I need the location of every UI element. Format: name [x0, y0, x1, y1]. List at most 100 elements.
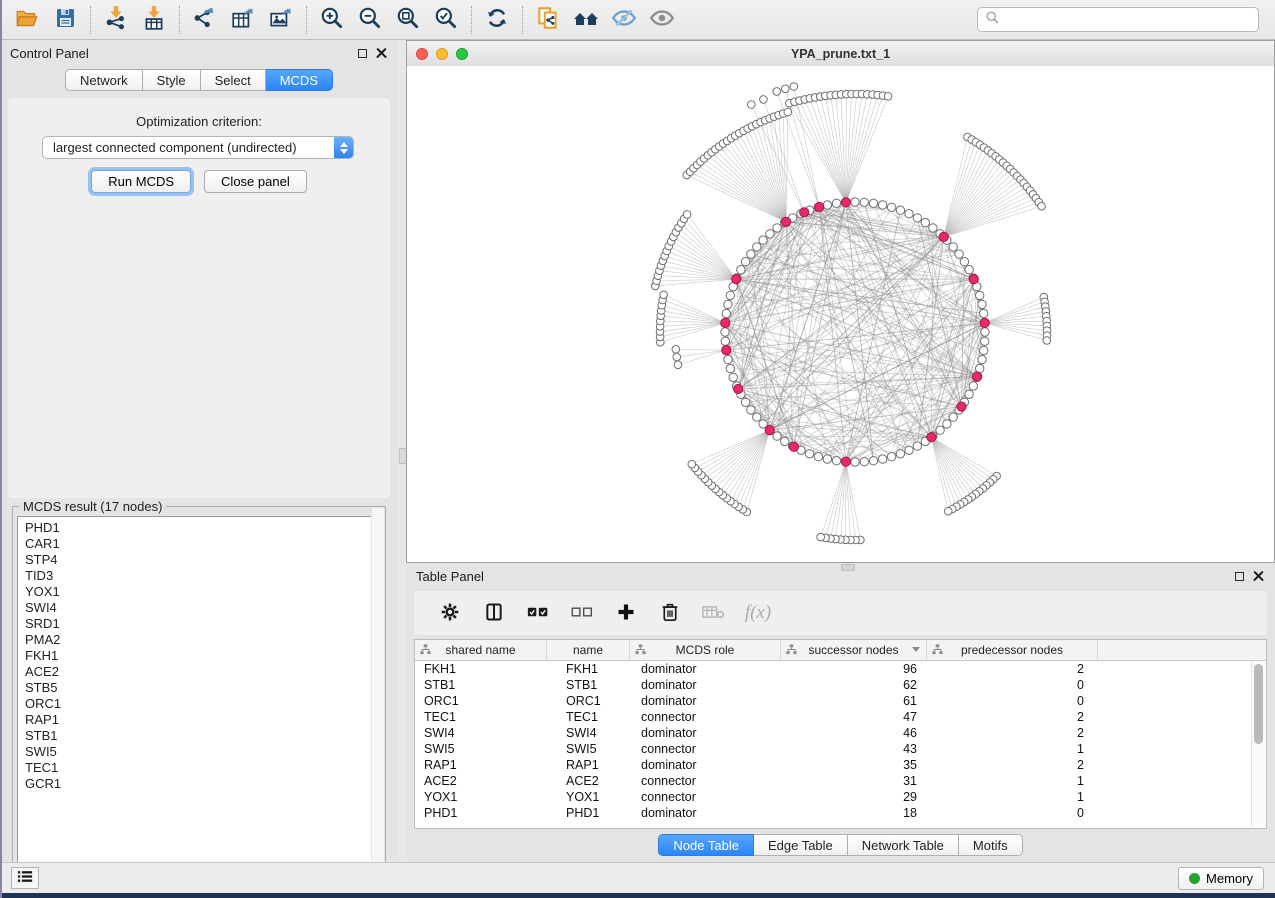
- table-cell: 1: [927, 774, 1098, 788]
- export-image-button[interactable]: [262, 4, 300, 36]
- float-table-panel-button[interactable]: [1235, 572, 1244, 581]
- zoom-in-button[interactable]: [313, 4, 351, 36]
- home-button[interactable]: [567, 4, 605, 36]
- network-canvas[interactable]: [407, 66, 1274, 562]
- add-column-button[interactable]: [614, 601, 638, 625]
- home-icon: [572, 5, 600, 34]
- mcds-result-item[interactable]: SWI4: [25, 600, 380, 616]
- column-header[interactable]: successor nodes: [781, 640, 927, 660]
- mcds-result-item[interactable]: PHD1: [25, 520, 380, 536]
- table-row[interactable]: SWI5SWI5connector431: [415, 741, 1266, 757]
- mcds-result-item[interactable]: FKH1: [25, 648, 380, 664]
- tab-network[interactable]: Network: [65, 69, 143, 91]
- function-builder-button[interactable]: f(x): [746, 601, 770, 625]
- zoom-out-icon: [357, 5, 383, 34]
- table-row[interactable]: STB1STB1dominator620: [415, 677, 1266, 693]
- column-header[interactable]: shared name: [415, 640, 547, 660]
- table-row[interactable]: SWI4SWI4dominator462: [415, 725, 1266, 741]
- table-cell: STB1: [547, 678, 630, 692]
- float-panel-button[interactable]: [358, 49, 367, 58]
- mcds-result-item[interactable]: TID3: [25, 568, 380, 584]
- table-panel: Table Panel f(x) shared: [406, 563, 1275, 862]
- export-network-button[interactable]: [186, 4, 224, 36]
- column-header[interactable]: name: [547, 640, 630, 660]
- mcds-result-item[interactable]: TEC1: [25, 760, 380, 776]
- mcds-result-item[interactable]: SWI5: [25, 744, 380, 760]
- table-row[interactable]: TEC1TEC1connector472: [415, 709, 1266, 725]
- criterion-dropdown[interactable]: largest connected component (undirected): [42, 136, 354, 159]
- eye-slash-icon: [611, 5, 637, 34]
- tab-node-table[interactable]: Node Table: [658, 834, 754, 856]
- tab-edge-table[interactable]: Edge Table: [754, 834, 848, 856]
- table-cell: 18: [781, 806, 927, 820]
- close-table-panel-button[interactable]: [1253, 570, 1265, 582]
- mcds-result-item[interactable]: RAP1: [25, 712, 380, 728]
- table-row[interactable]: FKH1FKH1dominator962: [415, 661, 1266, 677]
- search-field[interactable]: [977, 7, 1259, 32]
- table-settings-button[interactable]: [438, 601, 462, 625]
- network-window-titlebar[interactable]: YPA_prune.txt_1: [407, 41, 1274, 67]
- mcds-result-list[interactable]: PHD1CAR1STP4TID3YOX1SWI4SRD1PMA2FKH1ACE2…: [17, 516, 381, 875]
- column-view-button[interactable]: [482, 601, 506, 625]
- column-header[interactable]: MCDS role: [630, 640, 781, 660]
- memory-button[interactable]: Memory: [1178, 867, 1264, 890]
- zoom-selected-button[interactable]: [427, 4, 465, 36]
- optimization-criterion-label: Optimization criterion:: [8, 114, 390, 129]
- mcds-result-item[interactable]: ORC1: [25, 696, 380, 712]
- delete-column-button[interactable]: [658, 601, 682, 625]
- mcds-result-item[interactable]: GCR1: [25, 776, 380, 792]
- refresh-layout-button[interactable]: [478, 4, 516, 36]
- mcds-result-item[interactable]: SRD1: [25, 616, 380, 632]
- table-cell: SWI4: [415, 726, 547, 740]
- mcds-result-item[interactable]: STP4: [25, 552, 380, 568]
- table-row[interactable]: YOX1YOX1connector291: [415, 789, 1266, 805]
- zoom-fit-button[interactable]: [389, 4, 427, 36]
- run-mcds-button[interactable]: Run MCDS: [91, 170, 191, 193]
- gear-icon: [440, 602, 460, 625]
- import-network-button[interactable]: [97, 4, 135, 36]
- table-scrollbar[interactable]: [1251, 661, 1265, 827]
- column-header[interactable]: predecessor nodes: [927, 640, 1098, 660]
- table-row[interactable]: ACE2ACE2connector311: [415, 773, 1266, 789]
- search-icon: [985, 10, 1000, 30]
- panel-splitter[interactable]: [398, 40, 406, 862]
- table-cell: connector: [630, 742, 781, 756]
- table-row[interactable]: PHD1PHD1dominator180: [415, 805, 1266, 821]
- mcds-result-item[interactable]: YOX1: [25, 584, 380, 600]
- tab-select[interactable]: Select: [201, 69, 266, 91]
- open-file-button[interactable]: [8, 4, 46, 36]
- table-row[interactable]: RAP1RAP1dominator352: [415, 757, 1266, 773]
- zoom-fit-icon: [395, 5, 421, 34]
- mcds-result-item[interactable]: ACE2: [25, 664, 380, 680]
- show-elements-button[interactable]: [643, 4, 681, 36]
- close-panel-action-button[interactable]: Close panel: [204, 170, 307, 193]
- scrollbar-thumb[interactable]: [1254, 664, 1263, 744]
- zoom-out-button[interactable]: [351, 4, 389, 36]
- select-all-button[interactable]: [526, 601, 550, 625]
- tab-network-table[interactable]: Network Table: [848, 834, 959, 856]
- delete-table-button[interactable]: [702, 601, 726, 625]
- mcds-result-item[interactable]: STB5: [25, 680, 380, 696]
- search-input[interactable]: [1000, 12, 1258, 28]
- table-row[interactable]: ORC1ORC1dominator610: [415, 693, 1266, 709]
- close-panel-button[interactable]: [376, 47, 388, 59]
- tab-motifs[interactable]: Motifs: [959, 834, 1023, 856]
- tab-style[interactable]: Style: [143, 69, 201, 91]
- save-session-button[interactable]: [46, 4, 84, 36]
- export-table-button[interactable]: [224, 4, 262, 36]
- hide-elements-button[interactable]: [605, 4, 643, 36]
- import-table-button[interactable]: [135, 4, 173, 36]
- network-view-title: YPA_prune.txt_1: [407, 47, 1274, 61]
- mcds-result-scrollbar[interactable]: [371, 508, 384, 878]
- mcds-result-item[interactable]: PMA2: [25, 632, 380, 648]
- duplicate-network-button[interactable]: [529, 4, 567, 36]
- mcds-result-item[interactable]: CAR1: [25, 536, 380, 552]
- mcds-result-item[interactable]: STB1: [25, 728, 380, 744]
- table-cell: connector: [630, 790, 781, 804]
- toolbar-separator: [90, 6, 91, 34]
- deselect-all-button[interactable]: [570, 601, 594, 625]
- task-history-button[interactable]: [11, 867, 39, 889]
- tab-mcds[interactable]: MCDS: [266, 69, 333, 91]
- table-cell: 0: [927, 806, 1098, 820]
- import-network-icon: [103, 5, 129, 34]
